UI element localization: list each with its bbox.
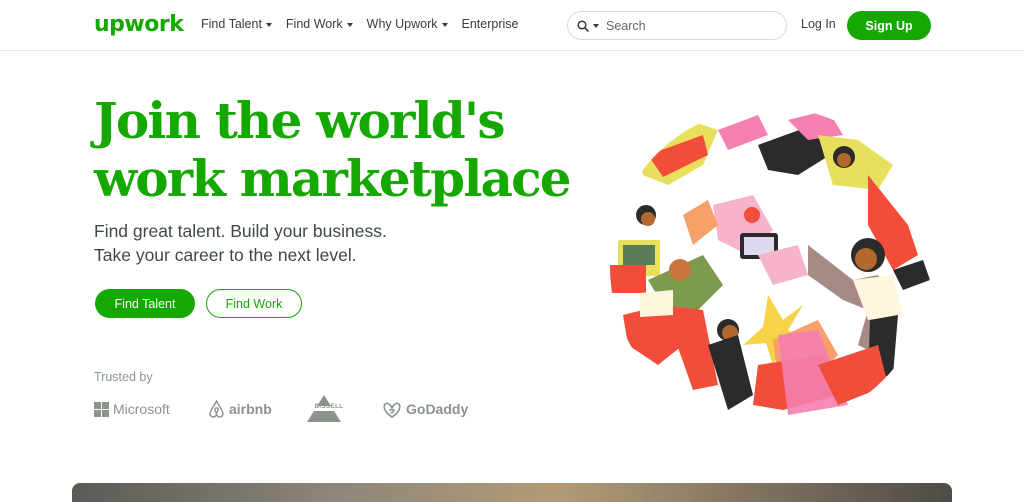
airbnb-logo-text: airbnb	[229, 401, 272, 417]
nav-why-upwork[interactable]: Why Upwork	[367, 17, 448, 31]
hero-title: Join the world's work marketplace	[94, 92, 594, 208]
search-type-dropdown-icon[interactable]	[593, 24, 599, 28]
chevron-down-icon	[346, 22, 353, 27]
airbnb-belo-icon	[209, 400, 224, 418]
nav-enterprise-label: Enterprise	[461, 17, 519, 31]
search-icon[interactable]	[576, 19, 590, 33]
godaddy-logo-text: GoDaddy	[406, 401, 469, 417]
nav-find-talent-label: Find Talent	[201, 17, 262, 31]
chevron-down-icon	[265, 22, 272, 27]
nav-find-work[interactable]: Find Work	[286, 17, 353, 31]
bissell-logo: BISSELL	[304, 394, 382, 424]
signup-button[interactable]: Sign Up	[847, 11, 931, 40]
nav-why-upwork-label: Why Upwork	[366, 17, 438, 31]
hero-title-line1: Join the world's	[94, 91, 506, 150]
microsoft-logo-text: Microsoft	[113, 401, 170, 417]
nav-enterprise[interactable]: Enterprise	[462, 17, 519, 31]
main-nav: Find Talent Find Work Why Upwork Enterpr…	[201, 17, 518, 31]
airbnb-logo: airbnb	[208, 400, 304, 418]
nav-find-work-label: Find Work	[285, 17, 343, 31]
trusted-by-label: Trusted by	[94, 370, 153, 384]
godaddy-icon	[383, 402, 401, 418]
hero-subtitle-line2: Take your career to the next level.	[94, 245, 357, 265]
godaddy-logo: GoDaddy	[382, 401, 468, 418]
find-work-button[interactable]: Find Work	[206, 289, 302, 318]
search-bar[interactable]	[567, 11, 787, 40]
search-input[interactable]	[606, 18, 766, 33]
featured-banner	[72, 483, 952, 502]
trusted-logos: Microsoft airbnb BISSELL GoDaddy	[94, 394, 468, 424]
upwork-logo[interactable]: upwork	[94, 12, 184, 37]
microsoft-grid-icon	[94, 401, 109, 417]
hero-illustration	[610, 110, 930, 415]
login-link[interactable]: Log In	[801, 17, 836, 31]
find-talent-button[interactable]: Find Talent	[95, 289, 195, 318]
hero-title-line2: work marketplace	[94, 149, 572, 208]
microsoft-logo: Microsoft	[94, 401, 208, 417]
chevron-down-icon	[441, 22, 448, 27]
hero-subtitle: Find great talent. Build your business. …	[94, 219, 387, 267]
nav-find-talent[interactable]: Find Talent	[201, 17, 272, 31]
hero-subtitle-line1: Find great talent. Build your business.	[94, 221, 387, 241]
bissell-logo-text: BISSELL	[314, 404, 344, 410]
top-nav-bar: upwork Find Talent Find Work Why Upwork …	[0, 0, 1024, 51]
